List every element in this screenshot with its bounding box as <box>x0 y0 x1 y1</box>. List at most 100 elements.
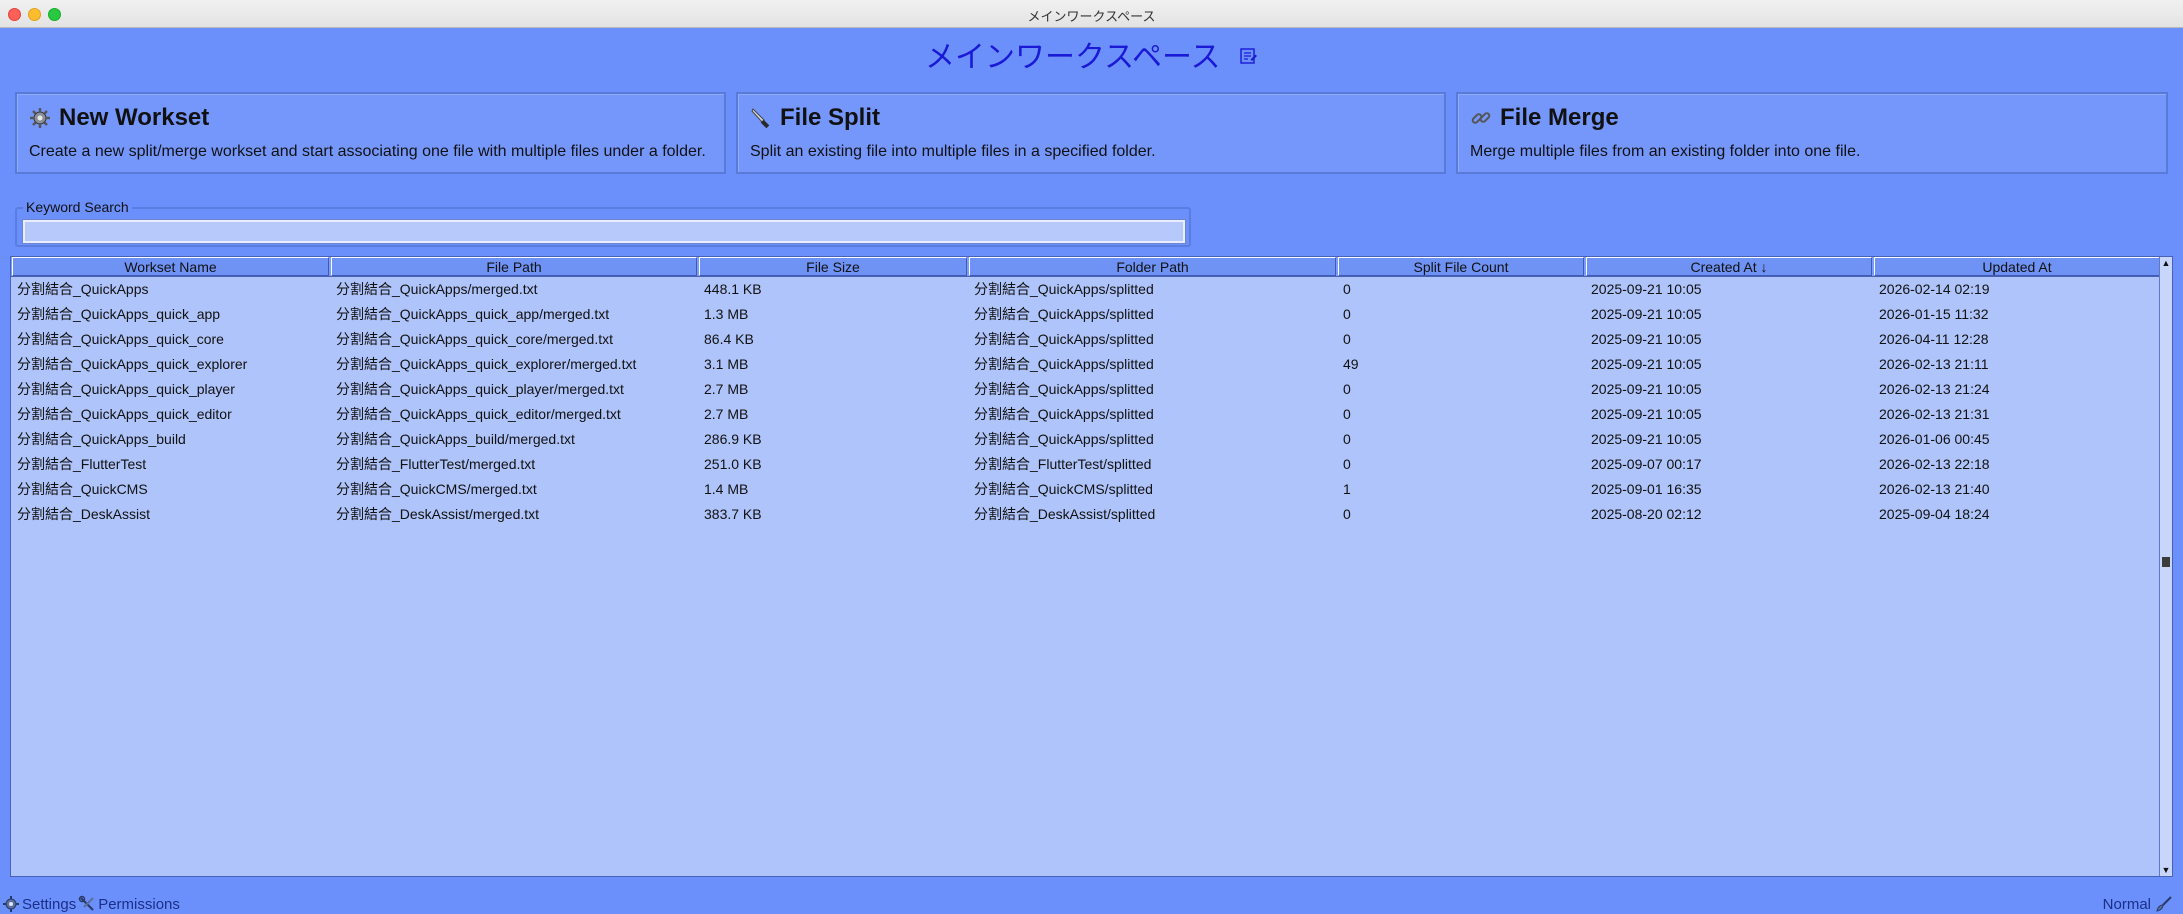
file-path-cell: 分割結合_DeskAssist/merged.txt <box>336 506 540 522</box>
updated-at-cell: 2026-01-06 00:45 <box>1879 431 1990 447</box>
folder-path-cell: 分割結合_DeskAssist/splitted <box>974 506 1156 522</box>
workset-name-cell: 分割結合_QuickApps_build <box>17 431 186 447</box>
created-at-cell: 2025-09-07 00:17 <box>1591 456 1702 472</box>
keyword-search-input[interactable] <box>22 219 1186 244</box>
file-size-cell: 2.7 MB <box>704 381 749 397</box>
workset-table: Workset Name File Path File Size Folder … <box>10 256 2173 877</box>
table-row[interactable]: 分割結合_QuickCMS 分割結合_QuickCMS/merged.txt 1.4… <box>11 479 2161 504</box>
file-size-cell: 86.4 KB <box>704 331 754 347</box>
page-heading: メインワークスペース <box>0 32 2183 75</box>
table-row[interactable]: 分割結合_QuickApps_quick_explorer 分割結合_QuickA… <box>11 354 2161 379</box>
permissions-button[interactable]: Permissions <box>78 895 180 913</box>
table-header: Workset Name File Path File Size Folder … <box>11 257 2161 277</box>
file-size-cell: 2.7 MB <box>704 406 749 422</box>
created-at-cell: 2025-09-21 10:05 <box>1591 406 1702 422</box>
new-workset-description: Create a new split/merge workset and sta… <box>29 143 706 160</box>
file-split-card[interactable]: File Split Split an existing file into m… <box>736 92 1446 174</box>
split-file-count-cell: 0 <box>1343 331 1351 347</box>
workset-name-cell: 分割結合_QuickApps <box>17 281 149 297</box>
settings-button[interactable]: Settings <box>2 895 76 913</box>
scroll-down-arrow-icon[interactable]: ▼ <box>2160 864 2172 876</box>
table-row[interactable]: 分割結合_QuickApps_build 分割結合_QuickApps_build… <box>11 429 2161 454</box>
gear-icon <box>29 107 51 129</box>
column-header-workset-name[interactable]: Workset Name <box>12 257 329 276</box>
window-titlebar: メインワークスペース <box>0 0 2183 28</box>
folder-path-cell: 分割結合_QuickApps/splitted <box>974 356 1154 372</box>
edit-note-icon[interactable] <box>1240 38 1258 64</box>
column-header-created-at[interactable]: Created At ↓ <box>1586 257 1872 276</box>
created-at-cell: 2025-09-01 16:35 <box>1591 481 1702 497</box>
file-size-cell: 286.9 KB <box>704 431 762 447</box>
file-size-cell: 1.3 MB <box>704 306 749 322</box>
split-file-count-cell: 49 <box>1343 356 1359 372</box>
table-row[interactable]: 分割結合_DeskAssist 分割結合_DeskAssist/merged.tx… <box>11 504 2161 529</box>
folder-path-cell: 分割結合_QuickApps/splitted <box>974 431 1154 447</box>
split-file-count-cell: 0 <box>1343 456 1351 472</box>
created-at-cell: 2025-09-21 10:05 <box>1591 381 1702 397</box>
created-at-cell: 2025-09-21 10:05 <box>1591 281 1702 297</box>
mode-label: Normal <box>2102 895 2151 913</box>
updated-at-cell: 2026-02-13 21:31 <box>1879 406 1990 422</box>
file-size-cell: 251.0 KB <box>704 456 762 472</box>
file-path-cell: 分割結合_QuickApps/merged.txt <box>336 281 538 297</box>
folder-path-cell: 分割結合_FlutterTest/splitted <box>974 456 1152 472</box>
file-path-cell: 分割結合_QuickApps_build/merged.txt <box>336 431 575 447</box>
created-at-cell: 2025-09-21 10:05 <box>1591 356 1702 372</box>
table-row[interactable]: 分割結合_QuickApps_quick_editor 分割結合_QuickApp… <box>11 404 2161 429</box>
mode-indicator[interactable]: Normal <box>2103 895 2173 913</box>
keyword-search-group: Keyword Search <box>15 199 1191 247</box>
scrollbar-thumb[interactable] <box>2162 557 2170 567</box>
file-path-cell: 分割結合_QuickApps_quick_app/merged.txt <box>336 306 610 322</box>
table-row[interactable]: 分割結合_QuickApps_quick_player 分割結合_QuickApp… <box>11 379 2161 404</box>
workset-name-cell: 分割結合_DeskAssist <box>17 506 151 522</box>
table-row[interactable]: 分割結合_FlutterTest 分割結合_FlutterTest/merged.… <box>11 454 2161 479</box>
file-path-cell: 分割結合_FlutterTest/merged.txt <box>336 456 536 472</box>
table-row[interactable]: 分割結合_QuickApps_quick_app 分割結合_QuickApps_q… <box>11 304 2161 329</box>
table-vertical-scrollbar[interactable]: ▲ ▼ <box>2159 257 2172 876</box>
new-workset-title: New Workset <box>59 104 210 131</box>
workset-name-cell: 分割結合_QuickApps_quick_explorer <box>17 356 248 372</box>
settings-label: Settings <box>22 895 77 913</box>
workset-name-cell: 分割結合_QuickApps_quick_app <box>17 306 221 322</box>
updated-at-cell: 2026-02-13 22:18 <box>1879 456 1990 472</box>
workset-name-cell: 分割結合_QuickApps_quick_player <box>17 381 235 397</box>
tools-icon <box>78 895 96 913</box>
created-at-cell: 2025-09-21 10:05 <box>1591 431 1702 447</box>
column-header-folder-path[interactable]: Folder Path <box>969 257 1336 276</box>
split-file-count-cell: 0 <box>1343 506 1351 522</box>
file-split-description: Split an existing file into multiple fil… <box>750 143 1156 160</box>
folder-path-cell: 分割結合_QuickApps/splitted <box>974 306 1154 322</box>
updated-at-cell: 2026-01-15 11:32 <box>1879 306 1989 322</box>
brush-icon <box>2155 895 2173 913</box>
split-file-count-cell: 0 <box>1343 381 1351 397</box>
created-at-cell: 2025-09-21 10:05 <box>1591 306 1702 322</box>
table-row[interactable]: 分割結合_QuickApps_quick_core 分割結合_QuickApps_… <box>11 329 2161 354</box>
workset-name-cell: 分割結合_FlutterTest <box>17 456 147 472</box>
updated-at-cell: 2026-02-13 21:40 <box>1879 481 1990 497</box>
folder-path-cell: 分割結合_QuickCMS/splitted <box>974 481 1153 497</box>
link-icon <box>1470 107 1492 129</box>
file-path-cell: 分割結合_QuickApps_quick_explorer/merged.txt <box>336 356 637 372</box>
table-row[interactable]: 分割結合_QuickApps 分割結合_QuickApps/merged.txt 4… <box>11 279 2161 304</box>
file-merge-card[interactable]: File Merge Merge multiple files from an … <box>1456 92 2168 174</box>
workset-name-cell: 分割結合_QuickApps_quick_core <box>17 331 224 347</box>
updated-at-cell: 2025-09-04 18:24 <box>1879 506 1990 522</box>
status-bar: Settings Permissions Normal <box>0 890 2183 914</box>
file-path-cell: 分割結合_QuickApps_quick_core/merged.txt <box>336 331 613 347</box>
column-header-file-size[interactable]: File Size <box>699 257 967 276</box>
column-header-updated-at[interactable]: Updated At <box>1874 257 2160 276</box>
file-path-cell: 分割結合_QuickApps_quick_player/merged.txt <box>336 381 624 397</box>
folder-path-cell: 分割結合_QuickApps/splitted <box>974 381 1154 397</box>
file-size-cell: 1.4 MB <box>704 481 749 497</box>
updated-at-cell: 2026-04-11 12:28 <box>1879 331 1989 347</box>
new-workset-card[interactable]: New Workset Create a new split/merge wor… <box>15 92 726 174</box>
split-file-count-cell: 1 <box>1343 481 1351 497</box>
column-header-split-file-count[interactable]: Split File Count <box>1338 257 1584 276</box>
knife-icon <box>750 107 772 129</box>
updated-at-cell: 2026-02-13 21:24 <box>1879 381 1990 397</box>
column-header-file-path[interactable]: File Path <box>331 257 697 276</box>
file-split-title: File Split <box>780 104 881 131</box>
created-at-cell: 2025-08-20 02:12 <box>1591 506 1702 522</box>
window-title: メインワークスペース <box>1027 10 1156 25</box>
scroll-up-arrow-icon[interactable]: ▲ <box>2160 257 2172 269</box>
